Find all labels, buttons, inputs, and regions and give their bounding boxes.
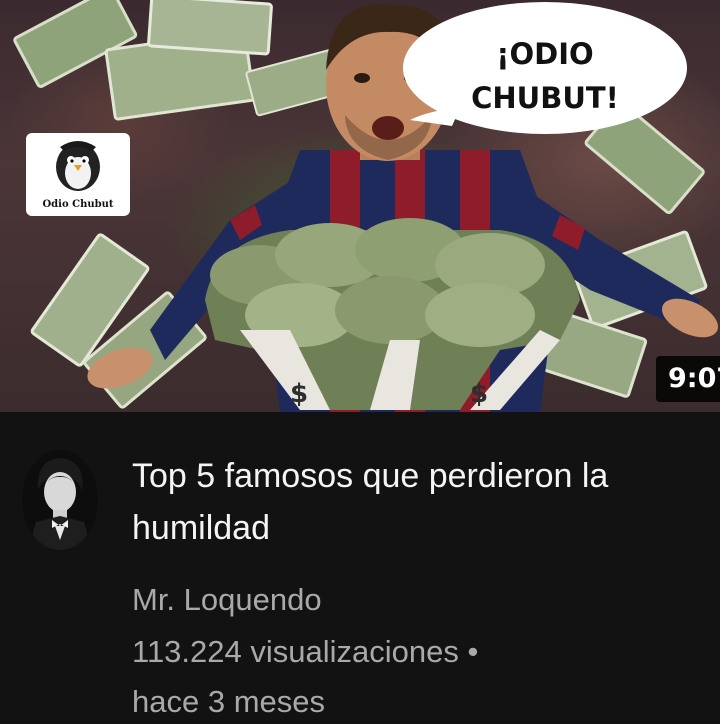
penguin-logo-icon: Odio Chubut [26,133,130,216]
svg-text:$: $ [470,379,488,409]
svg-text:$: $ [290,379,308,409]
speech-bubble-text: ¡ODIO CHUBUT! [471,37,619,115]
money-bouquet: $ $ [205,218,580,410]
upload-age: hace 3 meses [132,684,325,719]
view-count: 113.224 visualizaciones • [132,634,479,669]
channel-avatar-icon[interactable] [22,450,98,550]
video-title[interactable]: Top 5 famosos que perdieron la humildad [132,450,702,554]
channel-name-link[interactable]: Mr. Loquendo [132,578,322,622]
channel-logo-label: Odio Chubut [42,199,114,210]
video-thumbnail[interactable]: $ $ ¡ODIO CHUBUT! Odio Chubut 9:07 [0,0,720,412]
avatar-portrait [22,450,98,550]
video-duration-badge: 9:07 [656,356,720,402]
